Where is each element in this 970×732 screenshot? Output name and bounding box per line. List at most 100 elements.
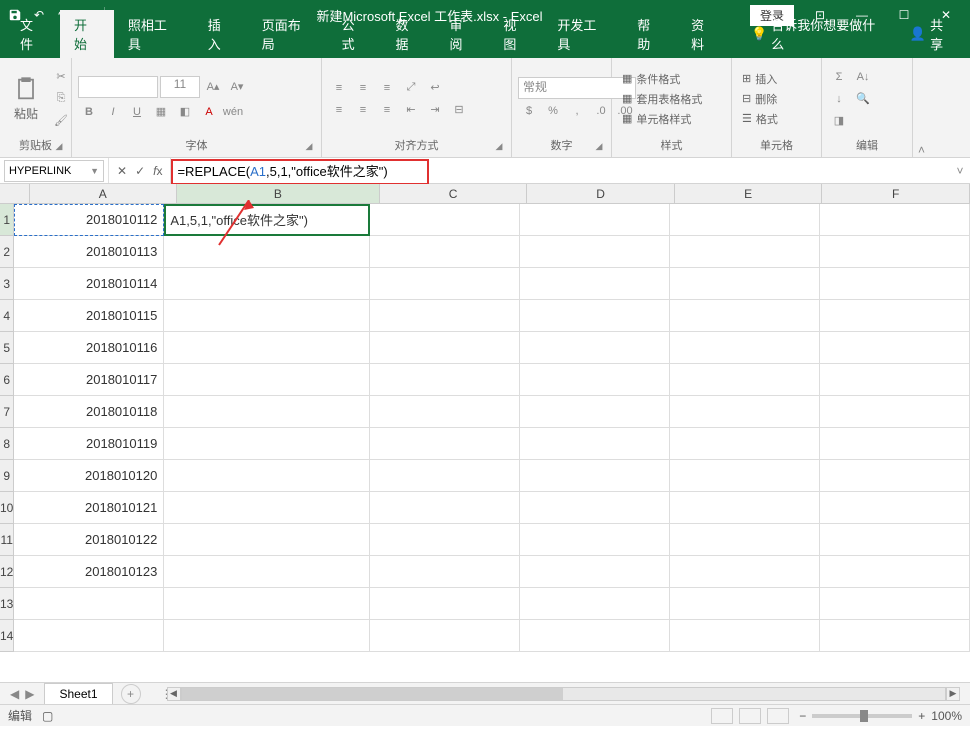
row-header-6[interactable]: 6 <box>0 364 14 396</box>
italic-button[interactable]: I <box>102 102 124 122</box>
format-cells-button[interactable]: ☰格式 <box>738 110 782 128</box>
tab-data[interactable]: 数据 <box>382 10 436 58</box>
cell-a5[interactable]: 2018010116 <box>14 332 164 363</box>
find-icon[interactable]: 🔍 <box>852 89 874 109</box>
scroll-left-icon[interactable]: ◀ <box>167 687 181 701</box>
worksheet-grid[interactable]: A B C D E F 1 2 3 4 5 6 7 8 9 10 11 12 1… <box>0 184 970 682</box>
number-launcher-icon[interactable]: ◢ <box>593 141 605 153</box>
align-right-icon[interactable]: ≡ <box>376 100 398 120</box>
cell-e1[interactable] <box>670 204 820 235</box>
cell-f1[interactable] <box>820 204 970 235</box>
phonetic-icon[interactable]: wén <box>222 102 244 122</box>
percent-icon[interactable]: % <box>542 101 564 121</box>
zoom-level[interactable]: 100% <box>931 709 962 723</box>
col-header-d[interactable]: D <box>527 184 675 203</box>
cell-b1[interactable]: A1,5,1,"office软件之家") <box>164 204 370 235</box>
sort-filter-icon[interactable]: A↓ <box>852 67 874 87</box>
col-header-c[interactable]: C <box>380 184 528 203</box>
copy-icon[interactable]: ⎘ <box>50 89 72 109</box>
formula-input[interactable]: =REPLACE(A1,5,1,"office软件之家") <box>171 161 950 180</box>
tab-review[interactable]: 审阅 <box>435 10 489 58</box>
normal-view-icon[interactable] <box>711 708 733 724</box>
cell-a11[interactable]: 2018010122 <box>14 524 164 555</box>
sheet-tab-1[interactable]: Sheet1 <box>44 683 112 704</box>
cell-a2[interactable]: 2018010113 <box>14 236 164 267</box>
format-painter-icon[interactable]: 🖌 <box>50 111 72 131</box>
row-header-12[interactable]: 12 <box>0 556 14 588</box>
page-break-view-icon[interactable] <box>767 708 789 724</box>
cell-c1[interactable] <box>370 204 520 235</box>
add-sheet-button[interactable]: + <box>121 684 141 704</box>
cell-a7[interactable]: 2018010118 <box>14 396 164 427</box>
font-size-select[interactable]: 11 <box>160 76 200 98</box>
cell-a10[interactable]: 2018010121 <box>14 492 164 523</box>
clear-icon[interactable]: ◨ <box>828 111 850 131</box>
cells-area[interactable]: 2018010112A1,5,1,"office软件之家") 201801011… <box>14 204 970 652</box>
tab-help[interactable]: 帮助 <box>623 10 677 58</box>
cell-a8[interactable]: 2018010119 <box>14 428 164 459</box>
tab-dev[interactable]: 开发工具 <box>543 10 623 58</box>
name-box[interactable]: HYPERLINK ▼ <box>4 160 104 182</box>
row-header-11[interactable]: 11 <box>0 524 14 556</box>
enter-formula-icon[interactable]: ✓ <box>135 164 145 178</box>
tab-insert[interactable]: 插入 <box>194 10 248 58</box>
cell-a9[interactable]: 2018010120 <box>14 460 164 491</box>
cell-a3[interactable]: 2018010114 <box>14 268 164 299</box>
alignment-launcher-icon[interactable]: ◢ <box>493 141 505 153</box>
row-header-10[interactable]: 10 <box>0 492 14 524</box>
row-header-3[interactable]: 3 <box>0 268 14 300</box>
tab-resources[interactable]: 资料 <box>677 10 731 58</box>
cancel-formula-icon[interactable]: ✕ <box>117 164 127 178</box>
row-header-4[interactable]: 4 <box>0 300 14 332</box>
orientation-icon[interactable]: ⤢ <box>400 78 422 98</box>
scroll-thumb[interactable] <box>182 688 564 700</box>
col-header-e[interactable]: E <box>675 184 823 203</box>
insert-cells-button[interactable]: ⊞插入 <box>738 70 782 88</box>
sheet-nav-prev-icon[interactable]: ◀ <box>10 687 19 701</box>
cell-a4[interactable]: 2018010115 <box>14 300 164 331</box>
clipboard-launcher-icon[interactable]: ◢ <box>53 141 65 153</box>
decrease-font-icon[interactable]: A▾ <box>226 77 248 97</box>
tab-formulas[interactable]: 公式 <box>328 10 382 58</box>
currency-icon[interactable]: $ <box>518 101 540 121</box>
zoom-in-button[interactable]: + <box>918 709 925 723</box>
page-layout-view-icon[interactable] <box>739 708 761 724</box>
tab-camera[interactable]: 照相工具 <box>114 10 194 58</box>
tab-file[interactable]: 文件 <box>6 10 60 58</box>
align-left-icon[interactable]: ≡ <box>328 100 350 120</box>
tab-view[interactable]: 视图 <box>489 10 543 58</box>
align-bottom-icon[interactable]: ≡ <box>376 78 398 98</box>
col-header-f[interactable]: F <box>822 184 970 203</box>
increase-font-icon[interactable]: A▴ <box>202 77 224 97</box>
wrap-text-icon[interactable]: ↩ <box>424 78 446 98</box>
horizontal-scrollbar[interactable]: ⋮ ◀ ▶ <box>151 687 960 701</box>
zoom-out-button[interactable]: − <box>799 709 806 723</box>
tab-home[interactable]: 开始 <box>60 10 114 58</box>
conditional-format-button[interactable]: ▦条件格式 <box>618 70 706 88</box>
border-icon[interactable]: ▦ <box>150 102 172 122</box>
align-middle-icon[interactable]: ≡ <box>352 78 374 98</box>
bold-button[interactable]: B <box>78 102 100 122</box>
tab-layout[interactable]: 页面布局 <box>248 10 328 58</box>
increase-decimal-icon[interactable]: .0 <box>590 101 612 121</box>
comma-icon[interactable]: , <box>566 101 588 121</box>
paste-button[interactable]: 粘贴 <box>6 73 46 124</box>
row-header-5[interactable]: 5 <box>0 332 14 364</box>
row-header-8[interactable]: 8 <box>0 428 14 460</box>
fill-color-icon[interactable]: ◧ <box>174 102 196 122</box>
name-box-dropdown-icon[interactable]: ▼ <box>90 166 99 176</box>
row-header-2[interactable]: 2 <box>0 236 14 268</box>
table-format-button[interactable]: ▦套用表格格式 <box>618 90 706 108</box>
delete-cells-button[interactable]: ⊟删除 <box>738 90 782 108</box>
cell-styles-button[interactable]: ▦单元格样式 <box>618 110 706 128</box>
font-launcher-icon[interactable]: ◢ <box>303 141 315 153</box>
scroll-right-icon[interactable]: ▶ <box>946 687 960 701</box>
font-family-select[interactable] <box>78 76 158 98</box>
autosum-icon[interactable]: Σ <box>828 67 850 87</box>
tell-me-search[interactable]: 💡 告诉我你想要做什么 <box>743 10 896 58</box>
decrease-indent-icon[interactable]: ⇤ <box>400 100 422 120</box>
align-center-icon[interactable]: ≡ <box>352 100 374 120</box>
row-header-13[interactable]: 13 <box>0 588 14 620</box>
zoom-slider[interactable] <box>812 714 912 718</box>
fx-icon[interactable]: fx <box>153 164 162 178</box>
